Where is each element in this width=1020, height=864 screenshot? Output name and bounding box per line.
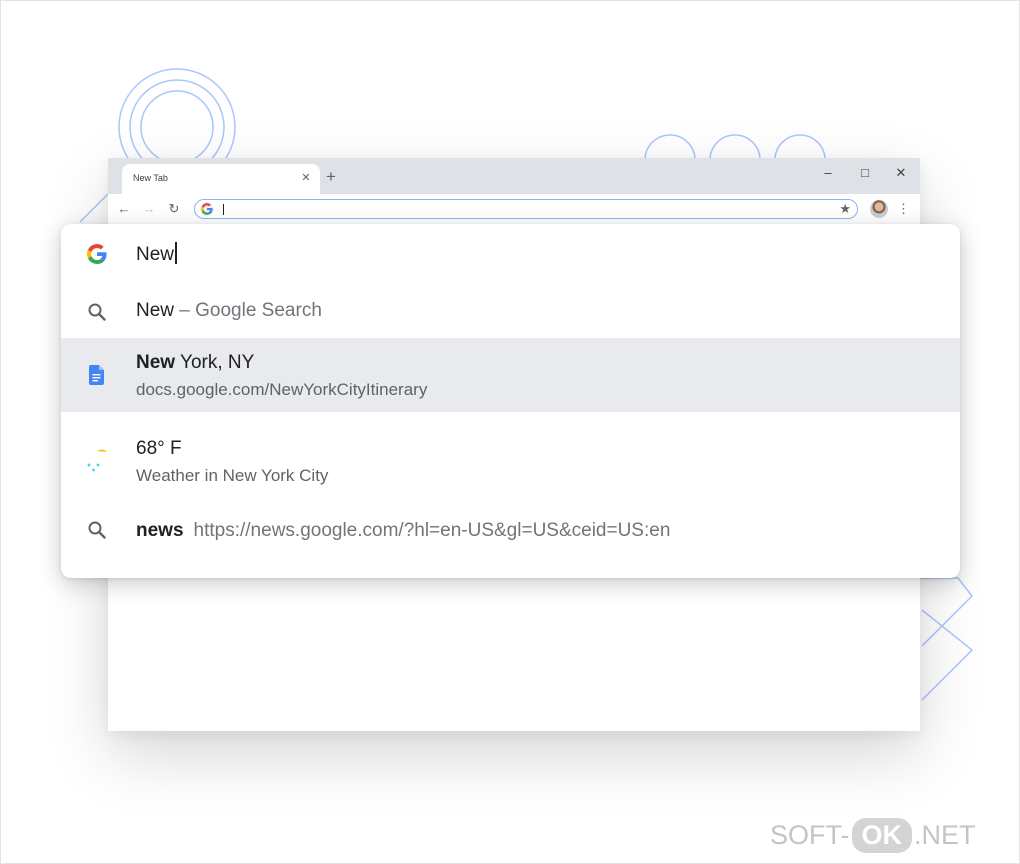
watermark-left: SOFT- bbox=[770, 820, 850, 850]
address-caret bbox=[223, 204, 224, 215]
arrow-left-icon[interactable]: ← bbox=[115, 200, 133, 218]
suggestion-url: docs.google.com/NewYorkCityItinerary bbox=[136, 380, 428, 399]
deco-diagonal-left bbox=[79, 193, 109, 223]
omnibox-input-row[interactable]: New bbox=[61, 224, 960, 286]
omnibox-input-value: New bbox=[136, 244, 175, 265]
omnibox-input[interactable]: New bbox=[136, 242, 177, 266]
profile-avatar[interactable] bbox=[870, 200, 888, 218]
suggestion-search[interactable]: New – Google Search bbox=[61, 286, 960, 338]
text-caret bbox=[175, 242, 177, 264]
google-g-icon bbox=[85, 242, 109, 266]
deco-circle-inner bbox=[140, 90, 214, 164]
suggestion-match: news bbox=[136, 520, 184, 541]
suggestion-title-rest: York, NY bbox=[175, 352, 255, 373]
close-window-icon[interactable]: ✕ bbox=[889, 162, 913, 184]
watermark-right: .NET bbox=[914, 820, 976, 850]
suggestion-weather[interactable]: 68° F Weather in New York City bbox=[61, 412, 960, 498]
suggestion-document[interactable]: New York, NY docs.google.com/NewYorkCity… bbox=[61, 338, 960, 412]
close-icon[interactable]: ✕ bbox=[298, 170, 314, 186]
maximize-icon[interactable]: □ bbox=[853, 162, 877, 184]
weather-icon bbox=[85, 446, 109, 472]
suggestion-match: New bbox=[136, 352, 176, 373]
weather-location: Weather in New York City bbox=[136, 466, 329, 485]
tab-title: New Tab bbox=[133, 173, 168, 183]
deco-arc-2 bbox=[709, 134, 761, 161]
suggestion-news[interactable]: news https://news.google.com/?hl=en-US&gl… bbox=[61, 498, 960, 566]
google-docs-icon bbox=[85, 363, 109, 387]
search-icon bbox=[85, 518, 109, 542]
watermark: SOFT- OK .NET bbox=[770, 818, 976, 858]
deco-arc-3 bbox=[774, 134, 826, 161]
suggestion-match: New bbox=[136, 300, 175, 321]
suggestion-title: New York, NY bbox=[136, 352, 254, 374]
google-g-icon bbox=[200, 202, 214, 216]
weather-temperature: 68° F bbox=[136, 438, 182, 459]
browser-toolbar: ← → ↻ ★ ⋮ bbox=[108, 194, 920, 225]
suggestion-description: – Google Search bbox=[174, 300, 322, 321]
tab-new-tab[interactable]: New Tab ✕ bbox=[122, 164, 320, 194]
omnibox-dropdown: New New – Google Search New York, NY doc… bbox=[61, 224, 960, 578]
deco-chevrons-right bbox=[920, 577, 974, 701]
tab-strip: New Tab ✕ + – □ ✕ bbox=[108, 158, 920, 194]
suggestion-url: https://news.google.com/?hl=en-US&gl=US&… bbox=[193, 520, 671, 541]
minimize-icon[interactable]: – bbox=[816, 162, 840, 184]
star-icon[interactable]: ★ bbox=[839, 200, 851, 218]
suggestion-text: New – Google Search bbox=[136, 300, 322, 322]
deco-arc-1 bbox=[644, 134, 696, 161]
watermark-pill: OK bbox=[851, 818, 912, 853]
search-icon bbox=[85, 300, 109, 324]
plus-icon[interactable]: + bbox=[321, 167, 341, 187]
arrow-right-icon[interactable]: → bbox=[140, 200, 158, 218]
reload-icon[interactable]: ↻ bbox=[165, 200, 183, 218]
suggestion-text: news https://news.google.com/?hl=en-US&gl… bbox=[136, 520, 670, 542]
kebab-menu-icon[interactable]: ⋮ bbox=[897, 200, 910, 218]
address-bar[interactable]: ★ bbox=[194, 199, 858, 219]
